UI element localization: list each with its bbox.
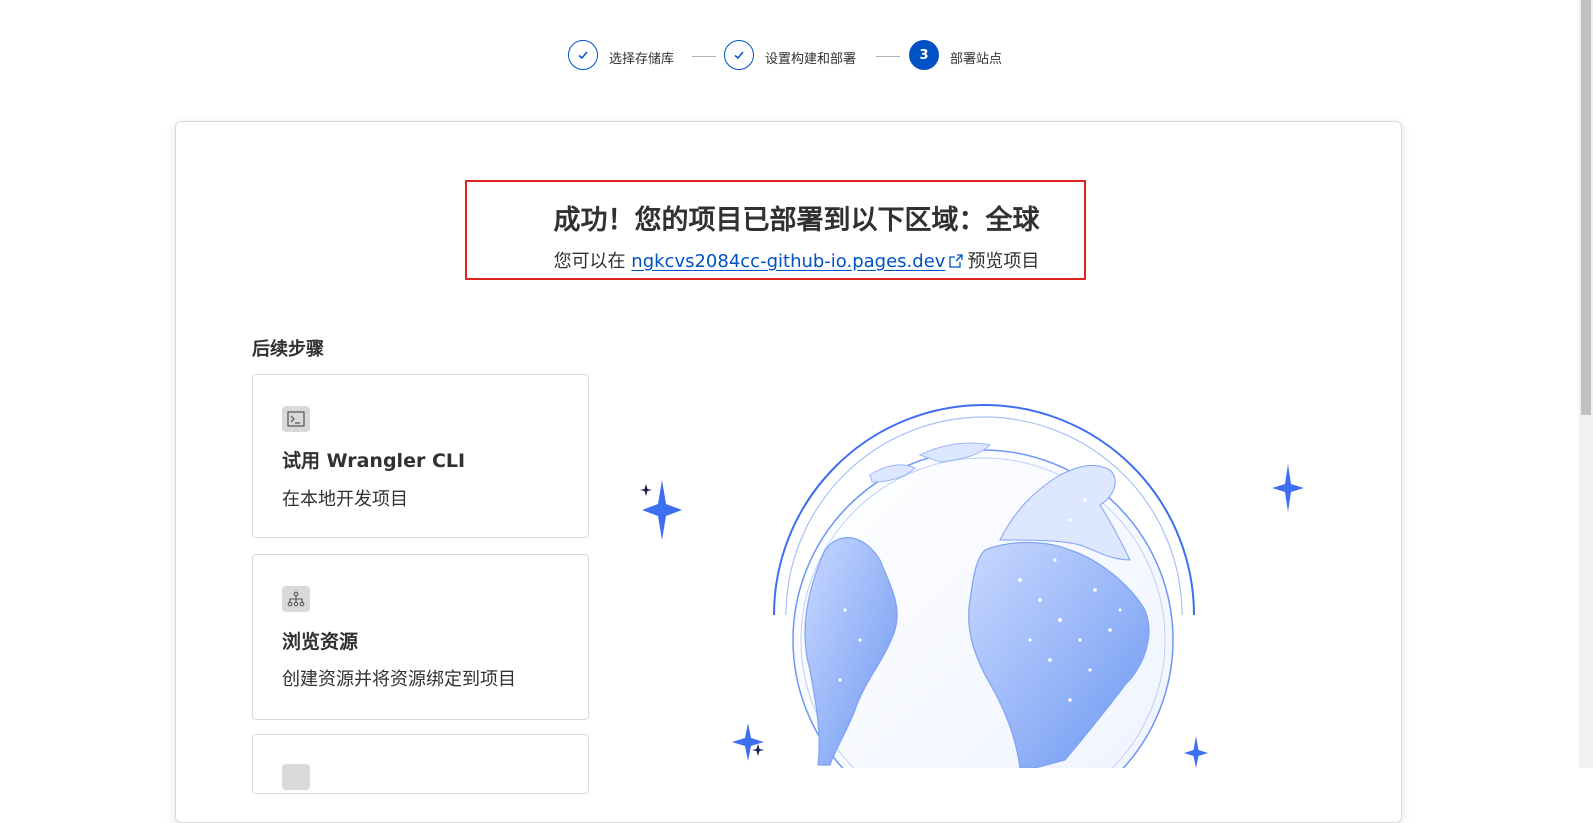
step-2-label: 设置构建和部署 [765,52,857,67]
vertical-scrollbar[interactable] [1579,0,1593,768]
success-sub-prefix: 您可以在 [553,251,626,272]
wrangler-cli-card[interactable]: 试用 Wrangler CLI 在本地开发项目 [252,374,589,538]
success-subtitle: 您可以在 ngkcvs2084cc-github-io.pages.dev 预览项… [0,247,1593,273]
progress-stepper: 选择存储库 设置构建和部署 3 部署站点 [0,40,1593,74]
step-1-check-icon [568,40,598,70]
card-description: 在本地开发项目 [282,489,408,510]
card-title: 浏览资源 [282,631,359,653]
terminal-icon [282,406,310,432]
card-title: 试用 Wrangler CLI [282,450,466,472]
external-link-icon[interactable] [949,252,964,273]
step-3-label: 部署站点 [950,52,1003,67]
browse-resources-card[interactable]: 浏览资源 创建资源并将资源绑定到项目 [252,554,589,720]
success-sub-suffix: 预览项目 [967,251,1040,272]
preview-link[interactable]: ngkcvs2084cc-github-io.pages.dev [631,251,945,272]
next-steps-title: 后续步骤 [252,339,324,360]
step-3-number: 3 [909,40,939,70]
scrollbar-thumb[interactable] [1581,0,1591,415]
network-icon [282,586,310,612]
success-title: 成功！您的项目已部署到以下区域：全球 [553,205,1040,236]
step-connector [692,56,716,57]
card-description: 创建资源并将资源绑定到项目 [282,669,516,690]
step-1-label: 选择存储库 [609,52,675,67]
step-connector [876,56,900,57]
globe-illustration [640,400,1340,768]
step-2-check-icon [724,40,754,70]
third-step-card[interactable] [252,734,589,794]
